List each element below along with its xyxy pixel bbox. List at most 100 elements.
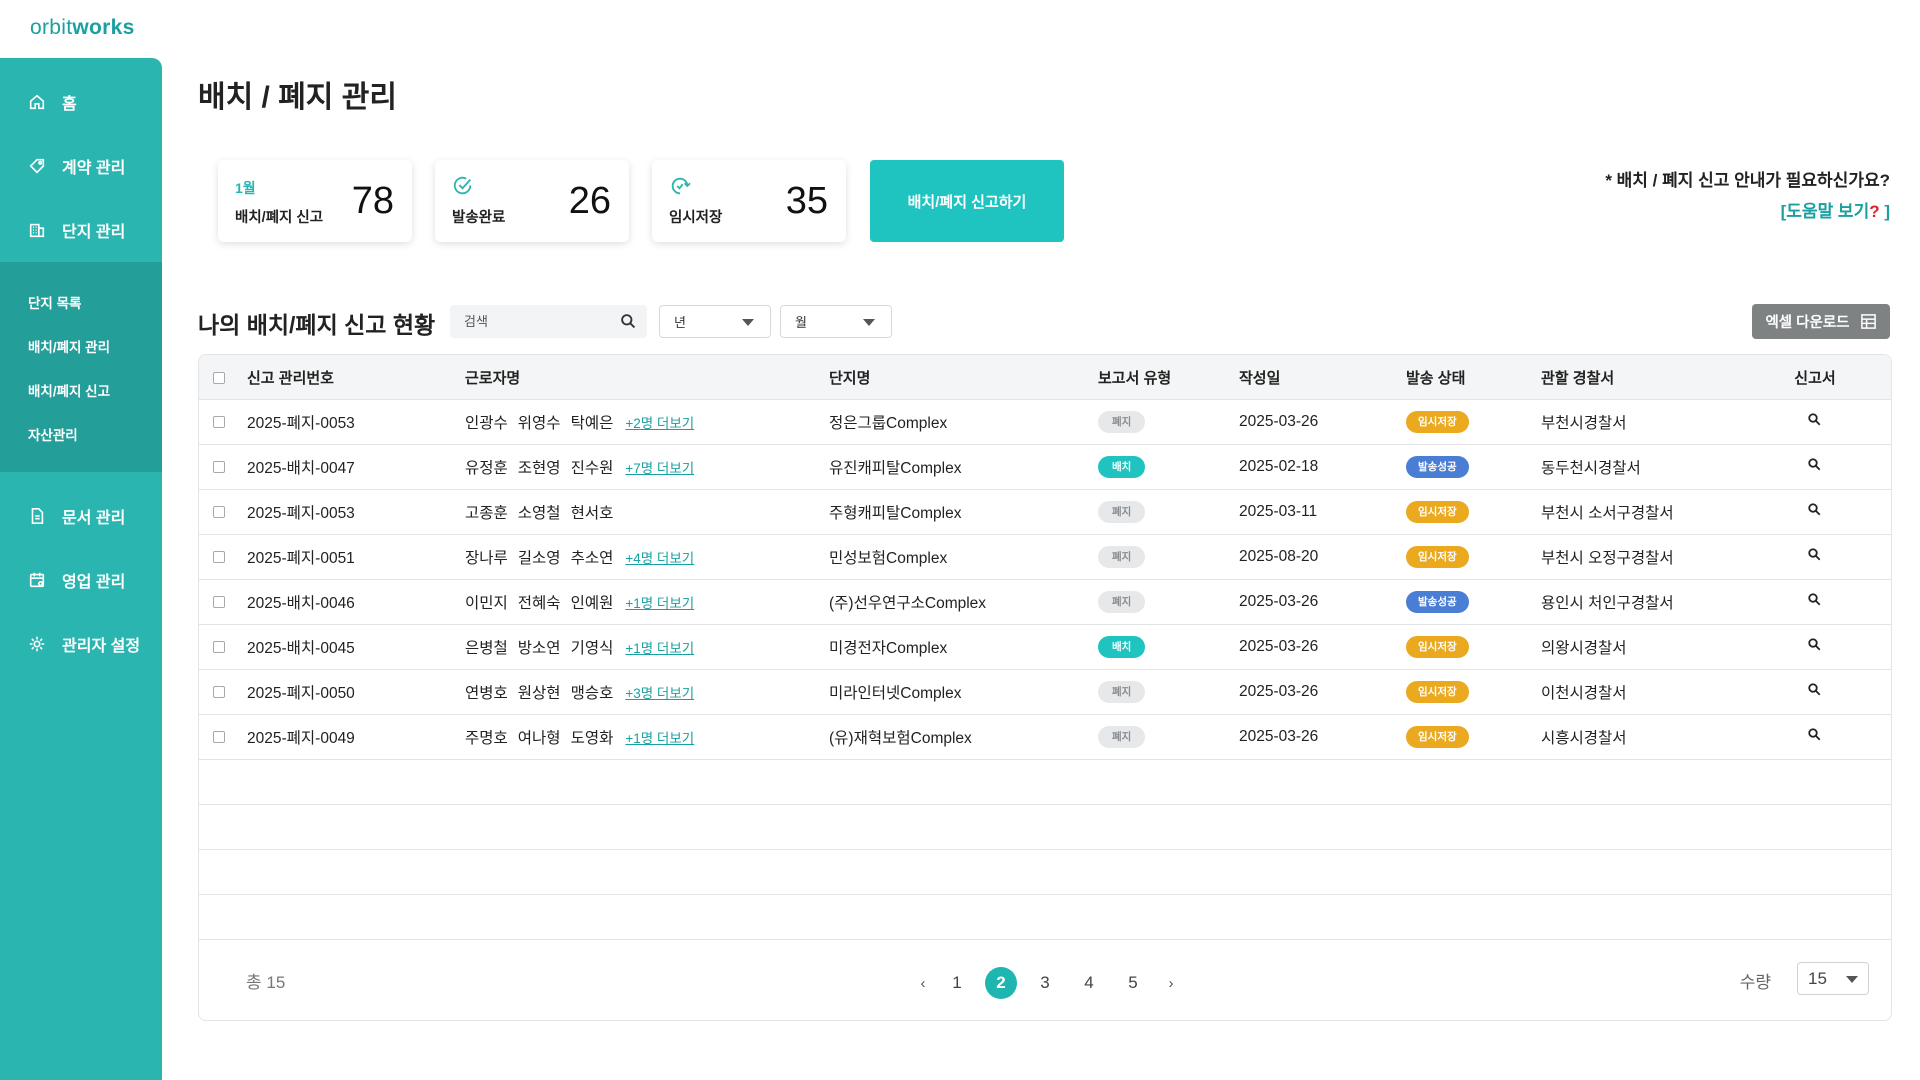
year-select[interactable]: 년	[659, 305, 771, 338]
report-type-badge: 폐지	[1098, 681, 1146, 703]
complex-name: 유진캐피탈Complex	[829, 460, 962, 477]
row-checkbox[interactable]	[213, 685, 225, 698]
column-header[interactable]: 근로자명	[465, 367, 829, 388]
search-icon[interactable]	[1807, 502, 1823, 518]
row-checkbox[interactable]	[213, 505, 225, 518]
column-header[interactable]: 보고서 유형	[1098, 367, 1239, 388]
brand-logo[interactable]: orbitworks	[30, 16, 135, 40]
police-station: 의왕시경찰서	[1541, 640, 1627, 657]
page-button[interactable]: 5	[1117, 967, 1149, 999]
row-checkbox-cell	[199, 638, 247, 656]
status-badge: 임시저장	[1406, 726, 1469, 748]
report-type-cell: 배치	[1098, 636, 1239, 658]
police-station: 동두천시경찰서	[1541, 460, 1641, 477]
search-icon[interactable]	[1807, 637, 1823, 653]
row-checkbox[interactable]	[213, 640, 225, 653]
report-button[interactable]: 배치/폐지 신고하기	[870, 160, 1064, 242]
column-header[interactable]: 작성일	[1239, 367, 1406, 388]
table-row[interactable]: 2025-폐지-0050 연병호 원상현 맹승호 +3명 더보기 미라인터넷Complex…	[199, 670, 1891, 715]
report-type-cell: 배치	[1098, 456, 1239, 478]
worker-name: 전혜숙	[517, 595, 561, 612]
page-button-current[interactable]: 2	[985, 967, 1017, 999]
page-button[interactable]: 1	[941, 967, 973, 999]
worker-name: 고종훈	[465, 505, 508, 522]
help-text: * 배치 / 폐지 신고 안내가 필요하신가요?	[1605, 171, 1890, 190]
column-header[interactable]: 단지명	[829, 367, 1098, 388]
created-date: 2025-03-26	[1239, 593, 1319, 610]
sidebar-item-admin-settings[interactable]: 관리자 설정	[0, 612, 162, 676]
search-icon[interactable]	[620, 313, 637, 330]
search-icon[interactable]	[1807, 457, 1823, 473]
row-checkbox[interactable]	[213, 460, 225, 473]
help-link-close: ]	[1879, 202, 1890, 221]
sidebar-item-contracts[interactable]: 계약 관리	[0, 134, 162, 198]
stat-card-sent: 발송완료 26	[435, 160, 629, 242]
send-status-cell: 임시저장	[1406, 411, 1541, 433]
next-page-button[interactable]: ›	[1161, 967, 1181, 999]
send-status-cell: 임시저장	[1406, 636, 1541, 658]
sidebar-item-sales[interactable]: 영업 관리	[0, 548, 162, 612]
sidebar-subitem-deploy-manage[interactable]: 배치/폐지 관리	[0, 324, 162, 368]
home-icon	[28, 93, 46, 111]
sidebar-subitem-assets[interactable]: 자산관리	[0, 412, 162, 456]
search-icon[interactable]	[1807, 592, 1823, 608]
row-checkbox[interactable]	[213, 415, 225, 428]
show-more-link[interactable]: +1명 더보기	[625, 641, 694, 656]
show-more-link[interactable]: +3명 더보기	[625, 686, 694, 701]
sidebar-item-label: 계약 관리	[62, 160, 126, 177]
row-checkbox-cell	[199, 593, 247, 611]
table-row[interactable]: 2025-폐지-0051 장나루 길소영 추소연 +4명 더보기 민성보험Complex 폐…	[199, 535, 1891, 580]
report-doc-cell	[1760, 412, 1870, 432]
sidebar-item-complexes[interactable]: 단지 관리	[0, 198, 162, 262]
search-icon[interactable]	[1807, 547, 1823, 563]
worker-name: 연병호	[465, 685, 508, 702]
status-badge: 임시저장	[1406, 681, 1469, 703]
table-row[interactable]: 2025-배치-0045 은병철 방소연 기영식 +1명 더보기 미경전자Complex 배…	[199, 625, 1891, 670]
quantity-select[interactable]: 15	[1797, 962, 1869, 995]
row-checkbox[interactable]	[213, 730, 225, 743]
search-input[interactable]	[450, 305, 610, 338]
show-more-link[interactable]: +1명 더보기	[625, 731, 694, 746]
month-select[interactable]: 월	[780, 305, 892, 338]
police-station: 부천시 소서구경찰서	[1541, 505, 1674, 522]
column-header[interactable]: 신고 관리번호	[247, 367, 465, 388]
sidebar-item-documents[interactable]: 문서 관리	[0, 484, 162, 548]
save-icon	[669, 175, 691, 197]
worker-name: 위영수	[517, 415, 561, 432]
sidebar-item-home[interactable]: 홈	[0, 70, 162, 134]
excel-download-button[interactable]: 엑셀 다운로드	[1752, 304, 1890, 339]
sidebar-subitem-deploy-report[interactable]: 배치/폐지 신고	[0, 368, 162, 412]
search-icon[interactable]	[1807, 412, 1823, 428]
show-more-link[interactable]: +7명 더보기	[625, 461, 694, 476]
table-row[interactable]: 2025-폐지-0049 주명호 여나형 도영화 +1명 더보기 (유)재혁보험Compl…	[199, 715, 1891, 760]
row-checkbox[interactable]	[213, 595, 225, 608]
table-row[interactable]: 2025-폐지-0053 인광수 위영수 탁예은 +2명 더보기 정은그룹Complex 폐…	[199, 400, 1891, 445]
search-icon[interactable]	[1807, 682, 1823, 698]
column-header[interactable]: 발송 상태	[1406, 367, 1541, 388]
stat-label: 발송완료	[452, 210, 506, 226]
show-more-link[interactable]: +2명 더보기	[625, 416, 694, 431]
year-select-value: 년	[674, 315, 686, 330]
row-checkbox[interactable]	[213, 550, 225, 563]
table-row[interactable]: 2025-배치-0046 이민지 전혜숙 인예원 +1명 더보기 (주)선우연구소Comp…	[199, 580, 1891, 625]
table-row[interactable]: 2025-배치-0047 유정훈 조현영 진수원 +7명 더보기 유진캐피탈Complex…	[199, 445, 1891, 490]
table-row[interactable]: 2025-폐지-0053 고종훈 소영철 현서호 주형캐피탈Complex 폐지 2025-…	[199, 490, 1891, 535]
report-id: 2025-폐지-0053	[247, 505, 355, 522]
column-header[interactable]: 관할 경찰서	[1541, 367, 1760, 388]
select-all-checkbox[interactable]	[213, 371, 225, 384]
report-id: 2025-폐지-0050	[247, 685, 355, 702]
chevron-down-icon	[1846, 976, 1858, 983]
send-status-cell: 임시저장	[1406, 546, 1541, 568]
show-more-link[interactable]: +1명 더보기	[625, 596, 694, 611]
search-icon[interactable]	[1807, 727, 1823, 743]
help-link[interactable]: [도움말 보기? ]	[1781, 197, 1890, 222]
stat-value: 35	[785, 180, 828, 222]
worker-names: 주명호 여나형 도영화 +1명 더보기	[465, 726, 829, 748]
show-more-link[interactable]: +4명 더보기	[625, 551, 694, 566]
prev-page-button[interactable]: ‹	[913, 967, 933, 999]
sidebar-subitem-complex-list[interactable]: 단지 목록	[0, 280, 162, 324]
complex-name: (주)선우연구소Complex	[829, 595, 987, 612]
worker-name: 탁예은	[570, 415, 614, 432]
page-button[interactable]: 4	[1073, 967, 1105, 999]
page-button[interactable]: 3	[1029, 967, 1061, 999]
